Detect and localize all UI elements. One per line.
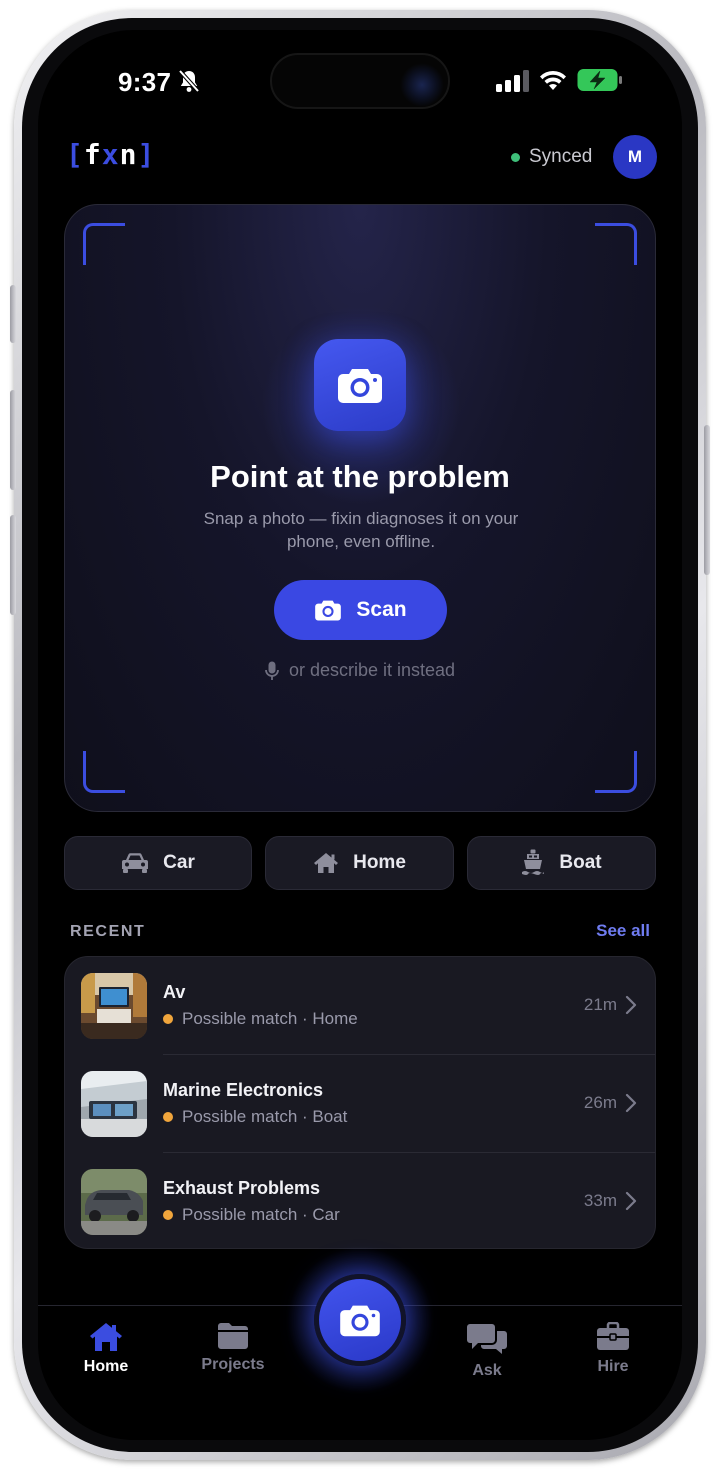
- list-item-time: 26m: [583, 1093, 617, 1112]
- list-item-meta: Possible match · Boat: [163, 1107, 347, 1127]
- folder-icon: [218, 1323, 248, 1349]
- camera-icon: [340, 1305, 380, 1337]
- bell-off-icon: [178, 69, 200, 93]
- house-icon: [90, 1323, 122, 1351]
- thumbnail-image: [81, 973, 147, 1039]
- microphone-icon: [265, 661, 279, 680]
- chat-bubbles-icon: [467, 1324, 507, 1354]
- capture-button[interactable]: [314, 1274, 406, 1366]
- screen: 9:37 [fxn] fxn Synced M: [38, 30, 682, 1440]
- tab-projects[interactable]: Projects: [183, 1322, 283, 1374]
- list-item-status: Possible match · Home: [182, 1009, 358, 1028]
- category-boat-button[interactable]: Boat: [467, 836, 656, 890]
- status-dot: [163, 1112, 173, 1122]
- tab-hire-label: Hire: [597, 1358, 629, 1375]
- viewfinder-corner: [83, 751, 125, 793]
- briefcase-icon: [597, 1322, 629, 1350]
- scan-button[interactable]: Scan: [274, 580, 447, 640]
- status-dot: [163, 1014, 173, 1024]
- thumbnail-image: [81, 1169, 147, 1235]
- thumbnail-image: [81, 1071, 147, 1137]
- chevron-right-icon: [625, 1191, 637, 1211]
- wifi-icon: [540, 70, 566, 90]
- car-icon: [122, 853, 149, 873]
- tab-home[interactable]: Home: [56, 1322, 156, 1376]
- tab-ask[interactable]: Ask: [437, 1322, 537, 1380]
- boat-icon: [522, 849, 545, 875]
- list-item-status: Possible match · Boat: [182, 1107, 348, 1126]
- front-camera: [400, 63, 444, 107]
- tab-hire[interactable]: Hire: [563, 1322, 663, 1376]
- camera-icon: [314, 339, 406, 431]
- list-item[interactable]: Exhaust Problems Possible match · Car 33…: [65, 1153, 655, 1248]
- list-item[interactable]: Marine Electronics Possible match · Boat…: [65, 1055, 655, 1153]
- category-car-label: Car: [163, 852, 195, 873]
- category-boat-label: Boat: [559, 852, 602, 873]
- list-item-title: Av: [163, 982, 186, 1002]
- list-item[interactable]: Av Possible match · Home 21m: [65, 957, 655, 1055]
- status-dot: [163, 1210, 173, 1220]
- describe-instead-label: or describe it instead: [288, 660, 456, 680]
- list-item-title: Marine Electronics: [163, 1080, 324, 1100]
- chevron-right-icon: [625, 995, 637, 1015]
- category-home-label: Home: [353, 852, 406, 873]
- list-item-meta: Possible match · Home: [163, 1009, 358, 1029]
- category-car-button[interactable]: Car: [64, 836, 252, 890]
- viewfinder-corner: [595, 751, 637, 793]
- battery-charging-icon: [577, 69, 622, 91]
- list-item-title: Exhaust Problems: [163, 1178, 321, 1198]
- tab-projects-label: Projects: [201, 1356, 265, 1373]
- app-logo[interactable]: [fxn]: [66, 138, 155, 171]
- scan-card[interactable]: Point at the problem Snap a photo — fixi…: [64, 204, 656, 812]
- recent-heading: RECENT: [70, 923, 146, 940]
- sync-status: Synced: [529, 146, 593, 167]
- viewfinder-corner: [83, 223, 125, 265]
- house-icon: [314, 853, 339, 873]
- sync-status-dot: [511, 153, 520, 162]
- list-item-time: 33m: [583, 1191, 617, 1210]
- list-item-time: 21m: [583, 995, 617, 1014]
- hero-subtitle: Snap a photo — fixin diagnoses it on you…: [203, 509, 519, 551]
- action-button: [10, 285, 16, 343]
- describe-instead-link[interactable]: or describe it instead: [65, 660, 655, 681]
- camera-icon: [315, 600, 342, 621]
- scan-button-label: Scan: [356, 598, 407, 621]
- avatar[interactable]: M: [613, 135, 657, 179]
- tab-home-label: Home: [83, 1358, 129, 1375]
- volume-down-button: [10, 515, 16, 615]
- power-button: [704, 425, 710, 575]
- volume-up-button: [10, 390, 16, 490]
- recent-list: Av Possible match · Home 21m Marine Elec…: [64, 956, 656, 1249]
- see-all-link[interactable]: See all: [596, 921, 650, 941]
- cellular-signal-icon: [496, 70, 529, 92]
- list-item-meta: Possible match · Car: [163, 1205, 340, 1225]
- viewfinder-corner: [595, 223, 637, 265]
- chevron-right-icon: [625, 1093, 637, 1113]
- hero-title: Point at the problem: [210, 459, 510, 494]
- tab-ask-label: Ask: [472, 1362, 502, 1379]
- list-item-status: Possible match · Car: [182, 1205, 340, 1224]
- category-home-button[interactable]: Home: [265, 836, 454, 890]
- status-time: 9:37: [118, 67, 172, 97]
